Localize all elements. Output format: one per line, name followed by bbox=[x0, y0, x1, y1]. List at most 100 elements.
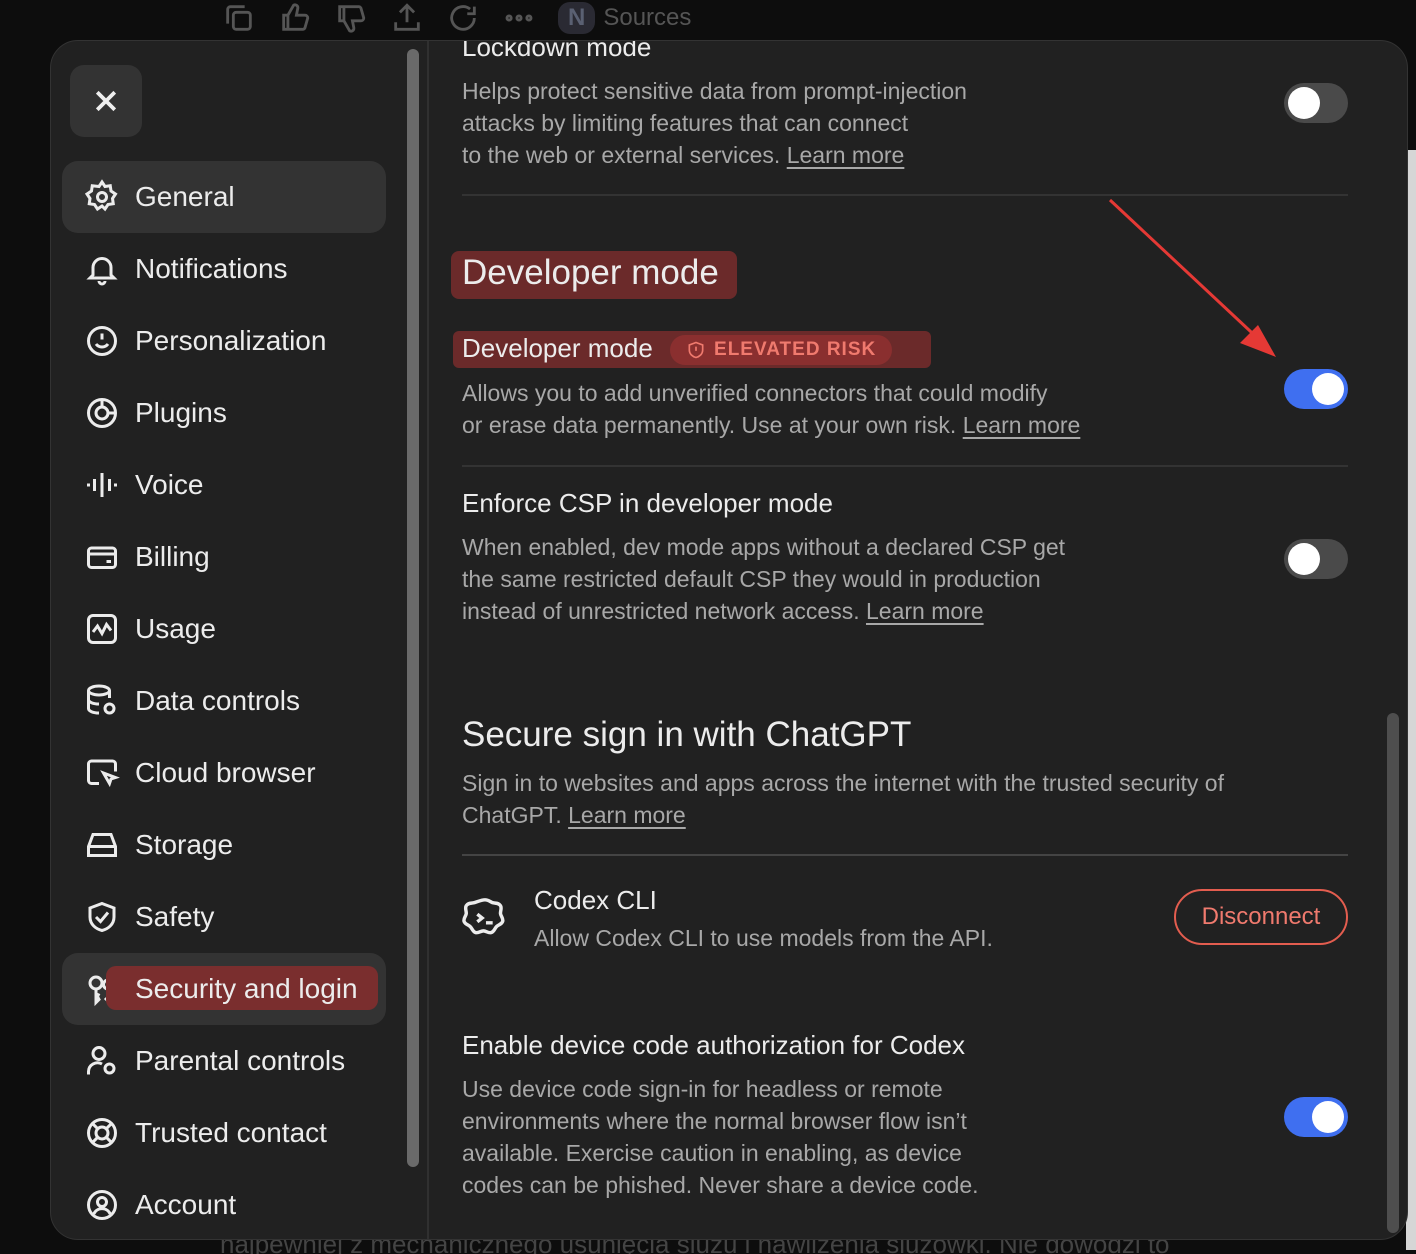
lockdown-description: Helps protect sensitive data from prompt… bbox=[462, 75, 1102, 171]
device-code-desc-line: available. Exercise caution in enabling,… bbox=[462, 1140, 962, 1166]
lockdown-title: Lockdown mode bbox=[462, 40, 652, 62]
sidebar-item-billing[interactable]: Billing bbox=[62, 521, 386, 593]
secure-signin-desc-line: ChatGPT. bbox=[462, 802, 562, 828]
developer-desc-line: Allows you to add unverified connectors … bbox=[462, 380, 1048, 406]
account-icon bbox=[84, 1187, 120, 1223]
secure-signin-description: Sign in to websites and apps across the … bbox=[462, 767, 1348, 831]
sidebar-item-label: Data controls bbox=[135, 685, 300, 716]
copy-icon bbox=[226, 5, 252, 31]
sidebar-item-label: Plugins bbox=[135, 397, 227, 428]
secure-signin-learn-more-link[interactable]: Learn more bbox=[568, 802, 686, 828]
secure-signin-desc-line: Sign in to websites and apps across the … bbox=[462, 770, 1224, 796]
card-icon bbox=[84, 539, 120, 575]
sidebar-item-label: Cloud browser bbox=[135, 757, 316, 788]
background-toolbar: N Sources bbox=[222, 0, 691, 36]
lifebuoy-icon bbox=[84, 1115, 120, 1151]
sources-pill: N bbox=[558, 2, 596, 34]
sources-button: N Sources bbox=[558, 2, 691, 34]
sidebar-item-notifications[interactable]: Notifications bbox=[62, 233, 386, 305]
toggle-knob bbox=[1312, 1101, 1344, 1133]
device-code-desc-line: Use device code sign-in for headless or … bbox=[462, 1076, 943, 1102]
developer-mode-title: Developer mode bbox=[462, 333, 653, 363]
secure-signin-heading: Secure sign in with ChatGPT bbox=[462, 715, 912, 754]
sidebar-item-storage[interactable]: Storage bbox=[62, 809, 386, 881]
csp-description: When enabled, dev mode apps without a de… bbox=[462, 531, 1162, 627]
sidebar-item-label: Notifications bbox=[135, 253, 288, 284]
device-code-title: Enable device code authorization for Cod… bbox=[462, 1030, 965, 1060]
sources-label: Sources bbox=[603, 4, 692, 31]
developer-learn-more-link[interactable]: Learn more bbox=[963, 412, 1081, 438]
sidebar-item-data-controls[interactable]: Data controls bbox=[62, 665, 386, 737]
thumbs-up-icon bbox=[282, 3, 310, 31]
sidebar-item-plugins[interactable]: Plugins bbox=[62, 377, 386, 449]
sidebar-item-parental-controls[interactable]: Parental controls bbox=[62, 1025, 386, 1097]
waveform-icon bbox=[84, 467, 120, 503]
sidebar-item-label: General bbox=[135, 181, 235, 212]
warning-shield-icon bbox=[688, 341, 704, 359]
plugins-icon bbox=[84, 395, 120, 431]
divider bbox=[462, 465, 1348, 467]
elevated-risk-label: ELEVATED RISK bbox=[714, 339, 877, 361]
sidebar-item-general[interactable]: General bbox=[62, 161, 386, 233]
sidebar-item-cloud-browser[interactable]: Cloud browser bbox=[62, 737, 386, 809]
sidebar-item-label: Billing bbox=[135, 541, 210, 572]
developer-mode-description: Allows you to add unverified connectors … bbox=[462, 377, 1182, 441]
sidebar-item-label: Voice bbox=[135, 469, 204, 500]
csp-toggle[interactable] bbox=[1284, 539, 1348, 579]
sidebar-item-label: Safety bbox=[135, 901, 215, 932]
thumbs-down-icon bbox=[338, 5, 366, 33]
lockdown-learn-more-link[interactable]: Learn more bbox=[787, 142, 905, 168]
shield-check-icon bbox=[84, 899, 120, 935]
settings-sidebar: General Notifications Personalization Pl… bbox=[51, 41, 429, 1239]
content-scrollbar[interactable] bbox=[1387, 713, 1399, 1233]
database-icon bbox=[84, 683, 120, 719]
close-button[interactable] bbox=[70, 65, 142, 137]
usage-chart-icon bbox=[84, 611, 120, 647]
bell-icon bbox=[84, 251, 120, 287]
elevated-risk-badge: ELEVATED RISK bbox=[670, 335, 893, 366]
developer-desc-line: or erase data permanently. Use at your o… bbox=[462, 412, 957, 438]
lockdown-desc-line: attacks by limiting features that can co… bbox=[462, 110, 909, 136]
device-code-toggle[interactable] bbox=[1284, 1097, 1348, 1137]
settings-nav: General Notifications Personalization Pl… bbox=[62, 161, 386, 1239]
disconnect-button[interactable]: Disconnect bbox=[1174, 889, 1348, 945]
more-icon bbox=[505, 14, 533, 22]
sidebar-item-usage[interactable]: Usage bbox=[62, 593, 386, 665]
csp-learn-more-link[interactable]: Learn more bbox=[866, 598, 984, 624]
divider bbox=[462, 854, 1348, 856]
sidebar-item-safety[interactable]: Safety bbox=[62, 881, 386, 953]
parental-icon bbox=[84, 1043, 120, 1079]
csp-desc-line: instead of unrestricted network access. bbox=[462, 598, 860, 624]
csp-desc-line: the same restricted default CSP they wou… bbox=[462, 566, 1041, 592]
lockdown-toggle[interactable] bbox=[1284, 83, 1348, 123]
csp-desc-line: When enabled, dev mode apps without a de… bbox=[462, 534, 1066, 560]
developer-mode-toggle[interactable] bbox=[1284, 369, 1348, 409]
lockdown-desc-line: Helps protect sensitive data from prompt… bbox=[462, 78, 967, 104]
codex-cli-icon bbox=[462, 898, 505, 935]
sidebar-item-personalization[interactable]: Personalization bbox=[62, 305, 386, 377]
sidebar-item-label: Security and login bbox=[135, 973, 358, 1004]
device-code-desc-line: environments where the normal browser fl… bbox=[462, 1108, 967, 1134]
lockdown-desc-line: to the web or external services. bbox=[462, 142, 781, 168]
sidebar-scrollbar[interactable] bbox=[407, 49, 419, 1167]
sidebar-item-label: Trusted contact bbox=[135, 1117, 327, 1148]
regenerate-icon bbox=[450, 5, 476, 31]
csp-title: Enforce CSP in developer mode bbox=[462, 488, 833, 518]
sidebar-item-security-and-login[interactable]: Security and login bbox=[62, 953, 386, 1025]
annotation-arrow bbox=[1108, 198, 1276, 357]
sidebar-item-label: Parental controls bbox=[135, 1045, 346, 1076]
sidebar-item-trusted-contact[interactable]: Trusted contact bbox=[62, 1097, 386, 1169]
share-icon bbox=[394, 3, 420, 31]
storage-icon bbox=[84, 827, 120, 863]
cloud-browser-icon bbox=[84, 755, 120, 791]
sidebar-item-voice[interactable]: Voice bbox=[62, 449, 386, 521]
toggle-knob bbox=[1288, 543, 1320, 575]
device-code-description: Use device code sign-in for headless or … bbox=[462, 1073, 1102, 1201]
gear-icon bbox=[84, 179, 120, 215]
sidebar-item-label: Account bbox=[135, 1189, 237, 1220]
device-code-desc-line: codes can be phished. Never share a devi… bbox=[462, 1172, 979, 1198]
sidebar-item-account[interactable]: Account bbox=[62, 1169, 386, 1239]
sidebar-item-label: Usage bbox=[135, 613, 216, 644]
personalization-icon bbox=[84, 323, 120, 359]
toggle-knob bbox=[1312, 373, 1344, 405]
